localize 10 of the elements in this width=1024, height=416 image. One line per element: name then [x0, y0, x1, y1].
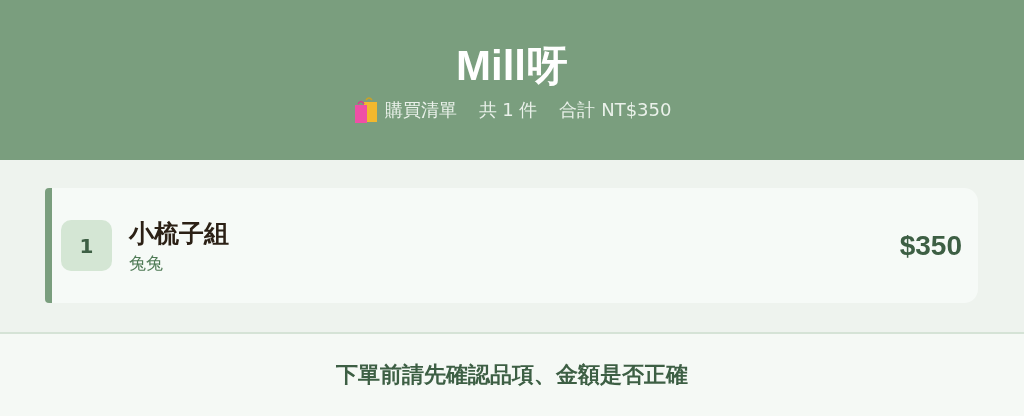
item-number: 1: [61, 220, 112, 271]
confirm-notice: 下單前請先確認品項、金額是否正確: [336, 361, 688, 389]
item-name: 小梳子組: [129, 217, 230, 250]
list-label: 購買清單: [384, 98, 457, 122]
item-count: 共 1 件: [478, 98, 538, 122]
shop-title: Mill呀: [456, 41, 568, 91]
item-price: $350: [899, 229, 962, 262]
total-amount: 合計 NT$350: [559, 98, 672, 122]
shopping-bags-icon: [352, 96, 379, 124]
item-variant: 兔兔: [129, 251, 164, 275]
